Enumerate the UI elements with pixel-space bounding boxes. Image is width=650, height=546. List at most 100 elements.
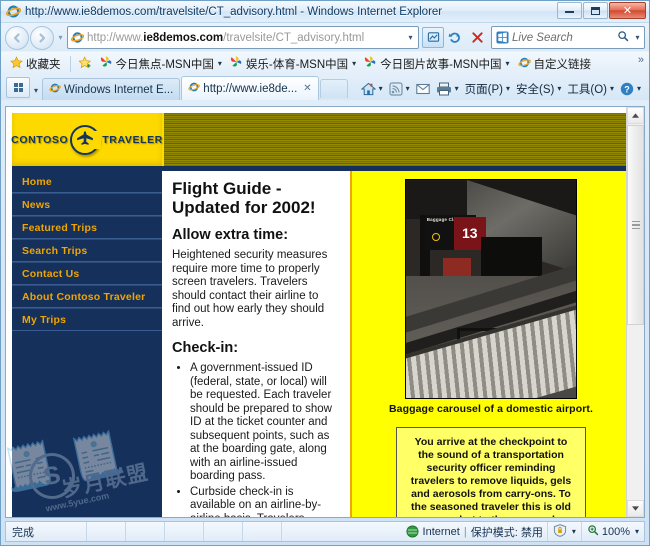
favbar-overflow-icon[interactable]: » [638,54,644,66]
favorites-bar: 收藏夹 今日焦点-MSN中国 ▾ 娱乐-体育-MSN中国 ▾ 今日图片故事-MS… [1,51,649,75]
zoom-icon [587,524,599,539]
sidebar-item-my-trips[interactable]: My Trips [12,308,162,331]
quick-tabs-icon[interactable] [6,77,30,98]
sidebar-item-home[interactable]: Home [12,171,162,193]
msn-butterfly-icon [364,56,377,71]
chevron-down-icon[interactable]: ▾ [635,527,639,536]
baggage-carousel-photo: Baggage Claim 13 [405,179,577,399]
safety-menu-label: 安全(S) [516,83,555,96]
privacy-shield-icon [553,523,567,540]
sidebar-item-label: Search Trips [22,244,88,257]
page-body: Home News Featured Trips Search Trips Co… [12,171,627,517]
help-menu[interactable]: ? ▾ [617,82,644,96]
new-tab-button[interactable] [319,79,348,98]
magnifier-icon[interactable] [614,30,631,45]
zoom-level-label: 100% [601,525,630,538]
chevron-down-icon[interactable]: ▾ [406,84,410,93]
sidebar-item-about-contoso-traveler[interactable]: About Contoso Traveler [12,285,162,308]
site-sidebar: Home News Featured Trips Search Trips Co… [12,171,162,517]
chevron-down-icon[interactable]: ▾ [455,84,459,93]
address-bar: ▾ http://www.ie8demos.com/travelsite/CT_… [1,23,649,51]
chevron-down-icon[interactable]: ▾ [218,59,222,68]
maximize-button[interactable] [583,2,608,19]
logo-word-left: CONTOSO [11,133,69,146]
privacy-button[interactable]: ▾ [546,522,581,541]
chevron-down-icon[interactable]: ▾ [610,84,614,93]
back-button[interactable] [5,25,29,50]
status-bar: 完成 Internet | 保护模式: 禁用 ▾ 100% ▾ [5,521,645,542]
chevron-down-icon[interactable]: ▾ [379,84,383,93]
favbar-item-label: 今日焦点-MSN中国 [115,58,214,71]
favbar-item-2[interactable]: 今日图片故事-MSN中国 ▾ [361,54,512,73]
banner-stripes [162,113,627,166]
favbar-item-3[interactable]: 自定义链接 [515,54,595,73]
history-dropdown-icon[interactable]: ▾ [54,33,67,42]
star-icon [10,55,23,72]
chevron-down-icon[interactable]: ▾ [506,59,510,68]
sidebar-item-contact-us[interactable]: Contact Us [12,262,162,285]
chevron-down-icon[interactable]: ▾ [572,527,576,536]
article: Flight Guide - Updated for 2002! Allow e… [162,171,352,517]
ie-favicon-icon [68,31,86,44]
command-bar: ▾ ▾ ▾ 页面(P) ▾ 安全(S) ▾ 工具(O) ▾ ? ▾ [358,77,649,100]
sidebar-item-label: My Trips [22,313,67,326]
tools-menu-label: 工具(O) [567,83,607,96]
address-dropdown-icon[interactable]: ▾ [403,33,418,42]
site-content: Flight Guide - Updated for 2002! Allow e… [162,171,627,517]
browser-tab-0[interactable]: Windows Internet E... [42,78,181,100]
internet-globe-icon [405,525,419,538]
scroll-down-button[interactable] [627,500,644,517]
site-logo[interactable]: CONTOSO TRAVELER [11,113,162,166]
chevron-down-icon[interactable]: ▾ [637,84,641,93]
tab-close-icon[interactable]: ✕ [303,83,311,94]
mail-button[interactable] [413,83,433,95]
sidebar-item-featured-trips[interactable]: Featured Trips [12,216,162,239]
minimize-button[interactable] [557,2,582,19]
chevron-down-icon[interactable]: ▾ [557,84,561,93]
search-box[interactable]: Live Search ▾ [491,26,645,49]
favbar-item-0[interactable]: 今日焦点-MSN中国 ▾ [97,54,225,73]
add-favorite-button[interactable] [76,54,95,73]
page-menu[interactable]: 页面(P) ▾ [462,81,513,97]
refresh-button[interactable] [444,27,466,48]
sidebar-item-label: About Contoso Traveler [22,290,146,303]
status-segments [48,522,282,541]
stop-button[interactable] [466,27,488,48]
contoso-traveler-site: CONTOSO TRAVELER Home News Featured Trip… [6,107,627,517]
home-button[interactable]: ▾ [358,82,386,96]
vertical-scrollbar[interactable] [626,107,644,517]
status-separator: | [463,525,467,538]
tab-list-dropdown-icon[interactable]: ▾ [30,86,42,95]
favbar-item-label: 今日图片故事-MSN中国 [380,58,502,71]
sidebar-item-news[interactable]: News [12,193,162,216]
feeds-button[interactable]: ▾ [386,81,413,96]
browser-tab-1[interactable]: http://www.ie8de... ✕ [181,76,319,100]
favorites-center-button[interactable]: 收藏夹 [7,54,64,73]
chevron-down-icon[interactable]: ▾ [506,84,510,93]
compatibility-view-button[interactable] [422,27,444,48]
chevron-down-icon[interactable]: ▾ [352,59,356,68]
print-button[interactable]: ▾ [433,82,462,96]
search-input[interactable]: Live Search [512,32,614,44]
sidebar-aside: Baggage Claim 13 Baggage carousel of a d… [352,171,627,517]
security-zone[interactable]: Internet | 保护模式: 禁用 [405,524,547,540]
page-menu-label: 页面(P) [464,83,503,96]
address-input[interactable]: http://www.ie8demos.com/travelsite/CT_ad… [67,26,419,49]
search-dropdown-icon[interactable]: ▾ [631,33,644,42]
safety-menu[interactable]: 安全(S) ▾ [513,81,564,97]
scrollbar-thumb[interactable] [627,125,644,325]
scroll-up-button[interactable] [627,107,644,124]
favbar-item-1[interactable]: 娱乐-体育-MSN中国 ▾ [227,54,359,73]
page-viewport: CONTOSO TRAVELER Home News Featured Trip… [5,106,645,518]
close-button[interactable]: ✕ [609,2,646,19]
airplane-icon [70,124,102,155]
web-page-content: CONTOSO TRAVELER Home News Featured Trip… [6,107,627,517]
tools-menu[interactable]: 工具(O) ▾ [564,81,617,97]
svg-text:?: ? [624,84,630,94]
zone-label: Internet [422,525,460,538]
sidebar-item-search-trips[interactable]: Search Trips [12,239,162,262]
ie-link-icon [517,56,531,72]
forward-button[interactable] [30,25,54,50]
zoom-control[interactable]: 100% ▾ [580,522,644,541]
list-item: Curbside check-in is available on an air… [190,486,340,518]
